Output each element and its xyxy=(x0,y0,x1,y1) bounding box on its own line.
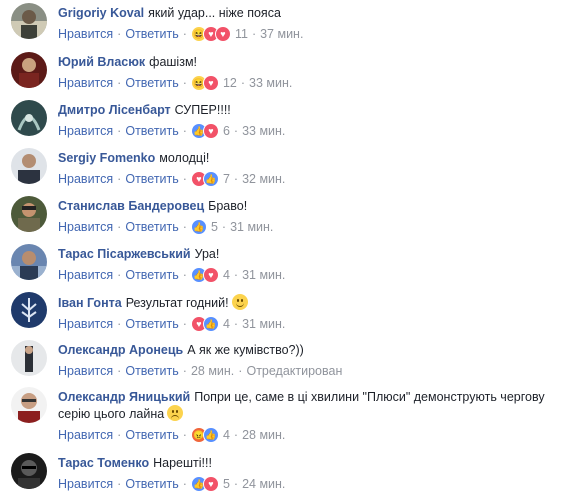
like-reaction-icon: 👍 xyxy=(202,316,219,332)
profile-photo-icon xyxy=(11,3,47,39)
comment-text: Браво! xyxy=(208,199,248,213)
like-button[interactable]: Нравится xyxy=(58,267,113,283)
profile-photo-icon xyxy=(11,244,47,280)
comment-author[interactable]: Станислав Бандеровец xyxy=(58,199,204,213)
like-button[interactable]: Нравится xyxy=(58,75,113,91)
comment-author[interactable]: Олександр Аронець xyxy=(58,343,183,357)
comment-text: А як же кумівство?)) xyxy=(187,343,304,357)
avatar[interactable] xyxy=(11,387,47,423)
reaction-count[interactable]: 12 xyxy=(223,75,237,91)
avatar[interactable] xyxy=(11,244,47,280)
avatar[interactable] xyxy=(11,100,47,136)
reply-button[interactable]: Ответить xyxy=(125,26,178,42)
comment-time[interactable]: 37 мин. xyxy=(260,26,303,42)
like-button[interactable]: Нравится xyxy=(58,427,113,443)
avatar[interactable] xyxy=(11,3,47,39)
like-button[interactable]: Нравится xyxy=(58,316,113,332)
like-button[interactable]: Нравится xyxy=(58,363,113,379)
love-reaction-icon: ♥ xyxy=(202,75,219,91)
reply-button[interactable]: Ответить xyxy=(125,123,178,139)
comment-text: Ура! xyxy=(194,247,220,261)
like-button[interactable]: Нравится xyxy=(58,476,113,492)
reaction-count[interactable]: 5 xyxy=(211,219,218,235)
comment-author[interactable]: Grigoriy Koval xyxy=(58,6,144,20)
profile-photo-icon xyxy=(11,387,47,423)
sad-emoji-icon xyxy=(167,405,184,421)
comment-text: Результат годний! xyxy=(125,296,229,310)
reply-button[interactable]: Ответить xyxy=(125,363,178,379)
reply-button[interactable]: Ответить xyxy=(125,316,178,332)
like-button[interactable]: Нравится xyxy=(58,171,113,187)
comment-author[interactable]: Тарас Пісаржевський xyxy=(58,247,191,261)
reaction-count[interactable]: 6 xyxy=(223,123,230,139)
comment-author[interactable]: Тарас Томенко xyxy=(58,456,149,470)
reaction-count[interactable]: 4 xyxy=(223,316,230,332)
profile-photo-icon xyxy=(11,292,47,328)
love-reaction-icon: ♥ xyxy=(202,267,219,283)
comment-time[interactable]: 31 мин. xyxy=(230,219,273,235)
reactions[interactable]: 😆 ♥ ♥ xyxy=(190,26,231,42)
avatar[interactable] xyxy=(11,292,47,328)
comment-text: який удар... ніже пояса xyxy=(148,6,281,20)
comment-text: СУПЕР!!!! xyxy=(174,103,231,117)
reaction-count[interactable]: 11 xyxy=(235,26,248,42)
comment-text: молодці! xyxy=(159,151,210,165)
like-reaction-icon: 👍 xyxy=(202,171,219,187)
avatar[interactable] xyxy=(11,148,47,184)
comment-author[interactable]: Дмитро Лісенбарт xyxy=(58,103,171,117)
love-reaction-icon: ♥ xyxy=(214,26,231,42)
comment-author[interactable]: Юрий Власюк xyxy=(58,55,145,69)
comment-time[interactable]: 31 мин. xyxy=(242,267,285,283)
reactions[interactable]: 👍 ♥ xyxy=(190,267,219,283)
reply-button[interactable]: Ответить xyxy=(125,427,178,443)
profile-photo-icon xyxy=(11,148,47,184)
profile-photo-icon xyxy=(11,453,47,489)
comment-time[interactable]: 32 мин. xyxy=(242,171,285,187)
like-reaction-icon: 👍 xyxy=(190,219,207,235)
profile-photo-icon xyxy=(11,340,47,376)
love-reaction-icon: ♥ xyxy=(202,123,219,139)
avatar[interactable] xyxy=(11,52,47,88)
reactions[interactable]: ♥ 👍 xyxy=(190,171,219,187)
reactions[interactable]: 😆 ♥ xyxy=(190,75,219,91)
avatar[interactable] xyxy=(11,453,47,489)
reactions[interactable]: 👍 ♥ xyxy=(190,123,219,139)
avatar[interactable] xyxy=(11,196,47,232)
avatar[interactable] xyxy=(11,340,47,376)
profile-photo-icon xyxy=(11,52,47,88)
reply-button[interactable]: Ответить xyxy=(125,219,178,235)
reaction-count[interactable]: 4 xyxy=(223,427,230,443)
profile-photo-icon xyxy=(11,100,47,136)
reactions[interactable]: 👍 xyxy=(190,219,207,235)
comment-author[interactable]: Sergiy Fomenko xyxy=(58,151,155,165)
reactions[interactable]: 👍 ♥ xyxy=(190,476,219,492)
edited-label[interactable]: Отредактирован xyxy=(246,363,342,379)
reaction-count[interactable]: 5 xyxy=(223,476,230,492)
comment-time[interactable]: 31 мин. xyxy=(242,316,285,332)
reactions[interactable]: ♥ 👍 xyxy=(190,316,219,332)
smile-emoji-icon xyxy=(231,294,248,310)
reaction-count[interactable]: 7 xyxy=(223,171,230,187)
like-button[interactable]: Нравится xyxy=(58,26,113,42)
love-reaction-icon: ♥ xyxy=(202,476,219,492)
profile-photo-icon xyxy=(11,196,47,232)
like-reaction-icon: 👍 xyxy=(202,427,219,443)
reply-button[interactable]: Ответить xyxy=(125,267,178,283)
comment-author[interactable]: Іван Гонта xyxy=(58,296,122,310)
reply-button[interactable]: Ответить xyxy=(125,75,178,91)
comment-time[interactable]: 24 мин. xyxy=(242,476,285,492)
comment-text: Нарешті!!! xyxy=(153,456,212,470)
reply-button[interactable]: Ответить xyxy=(125,171,178,187)
reaction-count[interactable]: 4 xyxy=(223,267,230,283)
comment-text: фашізм! xyxy=(149,55,198,69)
comment-time[interactable]: 33 мин. xyxy=(242,123,285,139)
reply-button[interactable]: Ответить xyxy=(125,476,178,492)
like-button[interactable]: Нравится xyxy=(58,219,113,235)
comment-time[interactable]: 28 мин. xyxy=(242,427,285,443)
like-button[interactable]: Нравится xyxy=(58,123,113,139)
reactions[interactable]: 😠 👍 xyxy=(190,427,219,443)
comment-time[interactable]: 28 мин. xyxy=(191,363,234,379)
comment-time[interactable]: 33 мин. xyxy=(249,75,292,91)
comment-author[interactable]: Олександр Яницький xyxy=(58,390,190,404)
